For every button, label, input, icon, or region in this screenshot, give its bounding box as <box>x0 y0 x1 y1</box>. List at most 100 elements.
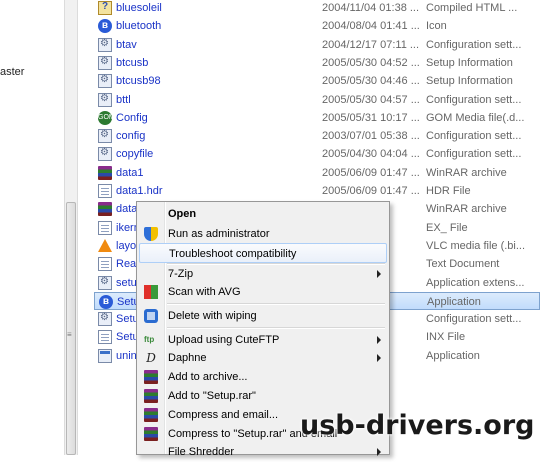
winrar-icon <box>144 370 158 384</box>
file-row[interactable]: bluesoleil 2004/11/04 01:38 ... Compiled H… <box>94 0 540 17</box>
menu-item-label: Add to archive... <box>168 371 248 383</box>
file-row[interactable]: btcusb98 2005/05/30 04:46 ... Setup Inform… <box>94 72 540 90</box>
nav-item-label[interactable]: aster <box>0 66 24 78</box>
file-name: bttl <box>116 93 131 106</box>
watermark: usb-drivers.org <box>300 410 535 441</box>
menu-item-label: File Shredder <box>168 446 235 458</box>
file-type: Application <box>426 349 480 362</box>
file-row[interactable]: GOM Config 2005/05/31 10:17 ... GOM Media f… <box>94 109 540 127</box>
file-type: Application extens... <box>426 276 525 289</box>
file-type: INX File <box>426 331 466 344</box>
file-date: 2004/12/17 07:11 ... <box>322 38 420 51</box>
file-row[interactable]: bttl 2005/05/30 04:57 ... Configuration se… <box>94 91 540 109</box>
scrollbar-grip-icon: ≡ <box>67 330 72 339</box>
config-file-icon <box>98 74 112 89</box>
menu-item-delete-wiping[interactable]: Delete with wiping <box>139 306 387 326</box>
file-name: config <box>116 130 146 143</box>
file-type: Icon <box>426 20 447 33</box>
app-icon <box>98 348 112 363</box>
file-type: Configuration sett... <box>426 38 522 51</box>
menu-item-label: Delete with wiping <box>168 310 257 322</box>
menu-item-open[interactable]: Open <box>139 204 387 224</box>
menu-item-add-setup-rar[interactable]: Add to "Setup.rar" <box>139 386 387 406</box>
file-type: HDR File <box>426 185 471 197</box>
menu-item-label: Compress and email... <box>168 409 279 421</box>
file-type: Setup Information <box>426 75 513 88</box>
file-type: EX_ File <box>426 221 468 234</box>
config-file-icon <box>98 147 112 162</box>
file-row[interactable]: btcusb 2005/05/30 04:52 ... Setup Informat… <box>94 54 540 72</box>
file-type: VLC media file (.bi... <box>426 239 526 252</box>
menu-item-label: Run as administrator <box>168 228 270 240</box>
uac-shield-icon <box>144 227 158 241</box>
menu-item-label: Daphne <box>168 352 207 364</box>
document-icon <box>98 220 112 235</box>
nav-scrollbar[interactable]: ≡ <box>64 0 78 455</box>
document-icon <box>98 184 112 198</box>
menu-item-scan-avg[interactable]: Scan with AVG <box>139 282 387 302</box>
file-row[interactable]: copyfile 2005/04/30 04:04 ... Configuratio… <box>94 145 540 163</box>
file-name: bluesoleil <box>116 2 162 14</box>
config-file-icon <box>98 55 112 70</box>
file-name: btav <box>116 38 137 51</box>
winrar-icon <box>98 202 112 217</box>
avg-icon <box>144 285 158 299</box>
menu-item-upload-cuteftp[interactable]: ftp Upload using CuteFTP <box>139 330 387 350</box>
bluetooth-icon: ʙ <box>98 19 112 34</box>
file-name: btcusb98 <box>116 75 161 88</box>
config-file-icon <box>98 37 112 52</box>
chm-icon <box>98 1 112 15</box>
menu-item-troubleshoot[interactable]: Troubleshoot compatibility <box>139 243 387 263</box>
file-type: Configuration sett... <box>426 130 522 143</box>
file-name: copyfile <box>116 148 154 161</box>
wipe-icon <box>144 309 158 323</box>
scrollbar-thumb[interactable] <box>66 202 76 455</box>
config-file-icon <box>98 92 112 107</box>
document-icon <box>98 330 112 345</box>
file-type: Application <box>427 295 481 308</box>
submenu-arrow-icon <box>377 336 381 344</box>
submenu-arrow-icon <box>377 354 381 362</box>
file-type: Setup Information <box>426 56 513 69</box>
menu-item-label: Scan with AVG <box>168 286 241 298</box>
menu-separator <box>167 327 385 329</box>
file-row[interactable]: data1 2005/06/09 01:47 ... WinRAR archive <box>94 164 540 182</box>
file-date: 2005/04/30 04:04 ... <box>322 148 420 161</box>
menu-item-add-archive[interactable]: Add to archive... <box>139 367 387 387</box>
menu-item-run-as-admin[interactable]: Run as administrator <box>139 224 387 244</box>
file-row[interactable]: data1.hdr 2005/06/09 01:47 ... HDR File <box>94 182 540 200</box>
winrar-icon <box>98 165 112 180</box>
file-row[interactable]: btav 2004/12/17 07:11 ... Configuration se… <box>94 36 540 54</box>
file-type: Configuration sett... <box>426 93 522 106</box>
file-type: Configuration sett... <box>426 148 522 161</box>
file-type: Compiled HTML ... <box>426 2 518 14</box>
config-file-icon <box>98 129 112 144</box>
file-date: 2005/06/09 01:47 ... <box>322 166 420 179</box>
file-date: 2005/05/30 04:57 ... <box>322 93 420 106</box>
menu-item-file-shredder[interactable]: File Shredder <box>139 442 387 462</box>
file-type: Text Document <box>426 258 500 271</box>
file-date: 2004/11/04 01:38 ... <box>322 2 420 14</box>
menu-item-daphne[interactable]: D Daphne <box>139 348 387 368</box>
file-name: bluetooth <box>116 20 162 33</box>
menu-item-label: 7-Zip <box>168 268 194 280</box>
config-file-icon <box>98 312 112 327</box>
menu-item-label: Troubleshoot compatibility <box>169 248 297 260</box>
file-name: btcusb <box>116 56 149 69</box>
file-date: 2005/05/30 04:46 ... <box>322 75 420 88</box>
file-date: 2005/05/31 10:17 ... <box>322 111 420 124</box>
document-icon <box>98 257 112 272</box>
file-row[interactable]: config 2003/07/01 05:38 ... Configuration … <box>94 127 540 145</box>
submenu-arrow-icon <box>377 270 381 278</box>
winrar-icon <box>144 408 158 422</box>
cuteftp-icon: ftp <box>144 335 155 344</box>
winrar-icon <box>144 427 158 441</box>
config-file-icon <box>98 275 112 290</box>
bluetooth-icon: ʙ <box>99 294 113 309</box>
menu-item-7zip[interactable]: 7-Zip <box>139 264 387 284</box>
file-date: 2005/05/30 04:52 ... <box>322 56 420 69</box>
menu-item-label: Open <box>168 208 197 220</box>
file-type: GOM Media file(.d... <box>426 111 525 124</box>
winrar-icon <box>144 389 158 403</box>
file-row[interactable]: ʙ bluetooth 2004/08/04 01:41 ... Icon <box>94 17 540 35</box>
